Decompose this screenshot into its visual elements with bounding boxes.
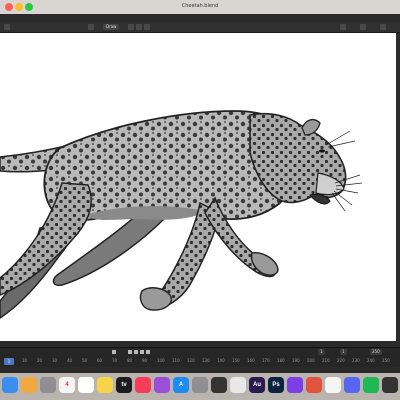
shading-icon[interactable] — [360, 24, 366, 30]
frame-tick: 60 — [97, 358, 103, 363]
frame-tick: 210 — [322, 358, 330, 363]
frame-tick: 120 — [187, 358, 195, 363]
cheetah-drawing — [0, 110, 363, 319]
photoshop-icon[interactable]: Ps — [268, 377, 284, 393]
frame-tick: 110 — [172, 358, 180, 363]
fill-icon[interactable] — [144, 24, 150, 30]
davinci-icon[interactable] — [211, 377, 227, 393]
frame-tick: 250 — [382, 358, 390, 363]
frame-tick: 40 — [67, 358, 73, 363]
window-titlebar: Cheetah.blend — [0, 0, 400, 14]
frame-tick: 240 — [367, 358, 375, 363]
frame-tick: 130 — [202, 358, 210, 363]
frame-tick: 90 — [142, 358, 148, 363]
discord-icon[interactable] — [344, 377, 360, 393]
frame-tick: 50 — [82, 358, 88, 363]
tool-header: Draw — [0, 22, 400, 33]
frame-tick: 220 — [337, 358, 345, 363]
frame-tick: 170 — [262, 358, 270, 363]
aftereffects-icon[interactable]: Au — [249, 377, 265, 393]
frame-tick: 10 — [22, 358, 28, 363]
end-frame-field[interactable]: 250 — [370, 349, 382, 355]
frame-tick: 30 — [52, 358, 58, 363]
view-menu-icon[interactable] — [88, 24, 94, 30]
finder-icon[interactable] — [2, 377, 18, 393]
frame-tick: 160 — [247, 358, 255, 363]
frame-tick: 230 — [352, 358, 360, 363]
current-frame-field[interactable]: 1 — [318, 349, 325, 355]
timeline[interactable]: 1 1 250 1 10 20 30 40 50 60 70 80 90 100 110 120 130… — [0, 347, 400, 368]
frame-tick: 80 — [127, 358, 133, 363]
frame-tick: 180 — [277, 358, 285, 363]
frame-tick: 200 — [307, 358, 315, 363]
drawing-canvas[interactable] — [0, 33, 396, 341]
settings-icon[interactable] — [192, 377, 208, 393]
jump-end-icon[interactable] — [146, 350, 150, 354]
frame-tick: 190 — [292, 358, 300, 363]
playhead[interactable]: 1 — [4, 358, 14, 365]
frame-tick: 70 — [112, 358, 118, 363]
viewport-scrollbar[interactable] — [396, 33, 400, 341]
pen-icon[interactable] — [306, 377, 322, 393]
frame-tick: 100 — [157, 358, 165, 363]
overlay-icon[interactable] — [340, 24, 346, 30]
dock: 4 tv A Au Ps — [0, 373, 400, 400]
spotify-icon[interactable] — [363, 377, 379, 393]
mode-dropdown[interactable]: Draw — [103, 24, 120, 30]
podcasts-icon[interactable] — [154, 377, 170, 393]
appstore-icon[interactable]: A — [173, 377, 189, 393]
eraser-icon[interactable] — [136, 24, 142, 30]
notes-icon[interactable] — [97, 377, 113, 393]
launchpad-icon[interactable] — [40, 377, 56, 393]
brush-icon[interactable] — [128, 24, 134, 30]
reminders-icon[interactable] — [78, 377, 94, 393]
frame-tick: 20 — [37, 358, 43, 363]
chrome-icon[interactable] — [230, 377, 246, 393]
music-icon[interactable] — [135, 377, 151, 393]
start-frame-field[interactable]: 1 — [340, 349, 347, 355]
appletv-icon[interactable]: tv — [116, 377, 132, 393]
frame-tick: 140 — [217, 358, 225, 363]
viewport[interactable] — [0, 33, 400, 341]
step-forward-icon[interactable] — [140, 350, 144, 354]
extra-icon[interactable] — [382, 377, 398, 393]
frame-ruler[interactable]: 1 10 20 30 40 50 60 70 80 90 100 110 120 130 140 150 16… — [0, 358, 400, 366]
jump-start-icon[interactable] — [112, 350, 116, 354]
calendar-icon[interactable]: 4 — [59, 377, 75, 393]
play-reverse-icon[interactable] — [128, 350, 132, 354]
frame-tick: 150 — [232, 358, 240, 363]
editor-type-icon[interactable] — [4, 24, 10, 30]
photos-icon[interactable] — [21, 377, 37, 393]
play-icon[interactable] — [134, 350, 138, 354]
affinity-icon[interactable] — [287, 377, 303, 393]
options-icon[interactable] — [380, 24, 386, 30]
blender-icon[interactable] — [325, 377, 341, 393]
workspace-tabs: LayoutModelingSculptingUV EditingTexture… — [0, 14, 400, 30]
window-title: Cheetah.blend — [181, 3, 219, 9]
